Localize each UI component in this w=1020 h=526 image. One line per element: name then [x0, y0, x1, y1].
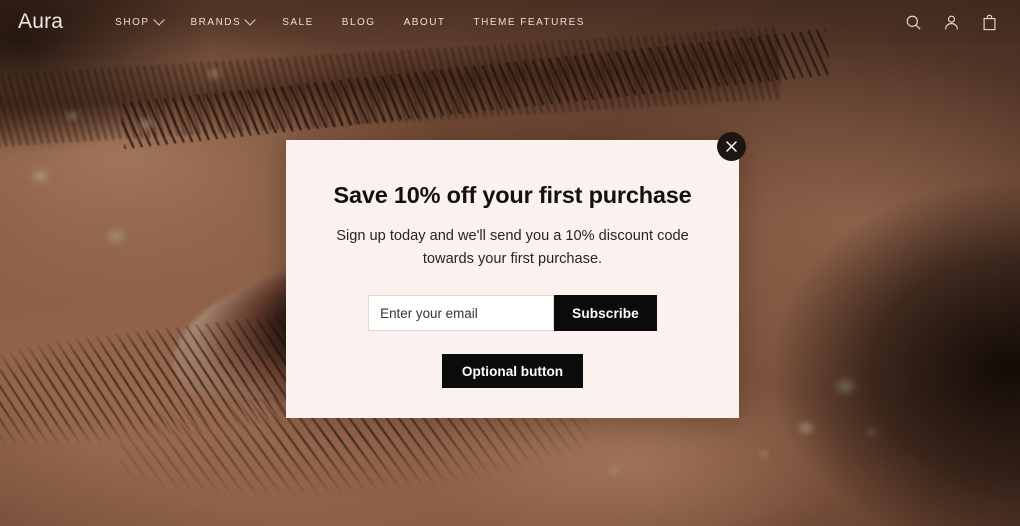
main-navigation: SHOP BRANDS SALE BLOG ABOUT THEME FEATUR…: [101, 11, 905, 34]
optional-button[interactable]: Optional button: [441, 354, 584, 389]
nav-item-label: SALE: [282, 16, 314, 28]
nav-item-brands[interactable]: BRANDS: [177, 11, 269, 34]
nav-item-label: BLOG: [341, 16, 376, 28]
close-icon: [726, 141, 737, 152]
modal-heading: Save 10% off your first purchase: [333, 182, 692, 208]
close-modal-button[interactable]: [717, 132, 746, 161]
cart-icon[interactable]: [981, 14, 998, 31]
nav-item-theme-features[interactable]: THEME FEATURES: [460, 11, 599, 34]
email-input[interactable]: [368, 295, 555, 332]
newsletter-modal: Save 10% off your first purchase Sign up…: [286, 140, 739, 418]
header-icon-group: [905, 14, 1002, 31]
modal-body-text: Sign up today and we'll send you a 10% d…: [336, 228, 689, 267]
nav-item-shop[interactable]: SHOP: [101, 11, 176, 34]
nav-item-label: SHOP: [115, 16, 150, 28]
site-logo[interactable]: Aura: [18, 11, 63, 34]
subscribe-button[interactable]: Subscribe: [554, 295, 657, 332]
nav-item-about[interactable]: ABOUT: [390, 11, 460, 34]
newsletter-signup-form: Subscribe: [286, 295, 739, 332]
nav-item-label: ABOUT: [403, 16, 446, 28]
page-root: Aura SHOP BRANDS SALE BLOG ABOUT THEME F…: [0, 0, 1020, 526]
account-icon[interactable]: [943, 14, 960, 31]
nav-item-blog[interactable]: BLOG: [328, 11, 390, 34]
search-icon[interactable]: [905, 14, 922, 31]
nav-item-label: BRANDS: [190, 16, 242, 28]
nav-item-label: THEME FEATURES: [473, 16, 585, 28]
chevron-down-icon: [244, 14, 256, 26]
chevron-down-icon: [152, 14, 165, 26]
nav-item-sale[interactable]: SALE: [268, 11, 328, 34]
site-header: Aura SHOP BRANDS SALE BLOG ABOUT THEME F…: [0, 0, 1020, 44]
